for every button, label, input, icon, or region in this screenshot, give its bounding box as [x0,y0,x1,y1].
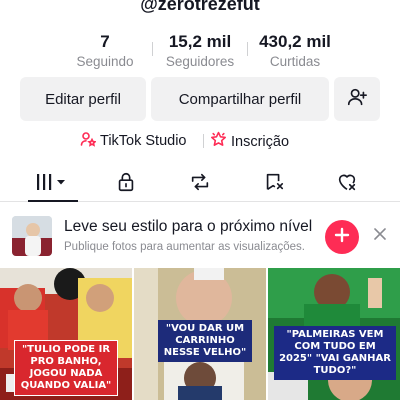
links-divider [203,134,204,148]
star-badge-icon [210,131,231,152]
subscription-link[interactable]: Inscrição [210,131,289,152]
video-caption: "VOU DAR UM CARRINHO NESSE VELHO" [158,320,252,362]
heart-icon [335,171,359,198]
person-plus-icon [346,86,368,112]
tab-videos[interactable] [30,170,74,198]
tab-reposts[interactable] [178,170,222,198]
tab-private[interactable] [104,170,148,198]
tiktok-studio-link[interactable]: TikTok Studio [80,131,187,151]
profile-links: TikTok Studio Inscrição [0,131,400,151]
stat-following-label: Seguindo [76,54,134,69]
promo-add-button[interactable] [325,220,359,254]
stat-following[interactable]: 7 Seguindo [50,32,160,71]
video-caption: "TULIO PODE IR PRO BANHO, JOGOU NADA QUA… [14,340,118,396]
plus-icon [334,227,350,248]
edit-profile-button[interactable]: Editar perfil [20,77,146,121]
promo-close-button[interactable] [370,226,390,246]
grid-icon [35,172,69,197]
stat-followers-value: 15,2 mil [168,32,232,51]
profile-stats: 7 Seguindo 15,2 mil Seguidores 430,2 mil… [0,32,400,72]
video-thumbnail[interactable]: "TULIO PODE IR PRO BANHO, JOGOU NADA QUA… [0,268,132,400]
studio-icon [80,131,100,151]
stat-followers-label: Seguidores [165,54,235,69]
active-tab-indicator [28,200,78,202]
lock-icon [115,171,137,198]
add-friend-button[interactable] [334,77,380,121]
video-thumbnail[interactable]: "VOU DAR UM CARRINHO NESSE VELHO" [134,268,266,400]
profile-tabs [0,166,400,202]
tab-favorites[interactable] [252,170,296,198]
profile-username: @zerotrezefut [140,0,260,14]
close-icon [374,227,386,245]
video-thumbnail[interactable]: "PALMEIRAS VEM COM TUDO EM 2025" "VAI GA… [268,268,400,400]
video-caption: "PALMEIRAS VEM COM TUDO EM 2025" "VAI GA… [274,326,396,380]
bookmark-icon [262,171,286,198]
photo-promo-banner[interactable]: Leve seu estilo para o próximo nível Pub… [0,214,400,260]
promo-thumbnail [12,216,52,256]
tiktok-studio-label: TikTok Studio [100,133,187,149]
promo-title: Leve seu estilo para o próximo nível [64,218,313,235]
promo-subtitle: Publique fotos para aumentar as visualiz… [64,241,306,253]
tab-liked[interactable] [325,170,369,198]
share-profile-button[interactable]: Compartilhar perfil [151,77,329,121]
stat-likes-value: 430,2 mil [259,32,331,51]
stat-followers[interactable]: 15,2 mil Seguidores [145,32,255,71]
stat-likes[interactable]: 430,2 mil Curtidas [240,32,350,71]
stat-following-value: 7 [100,32,110,51]
stat-likes-label: Curtidas [269,54,321,69]
repost-icon [188,171,212,198]
subscription-label: Inscrição [231,133,290,150]
video-grid: "TULIO PODE IR PRO BANHO, JOGOU NADA QUA… [0,268,400,400]
